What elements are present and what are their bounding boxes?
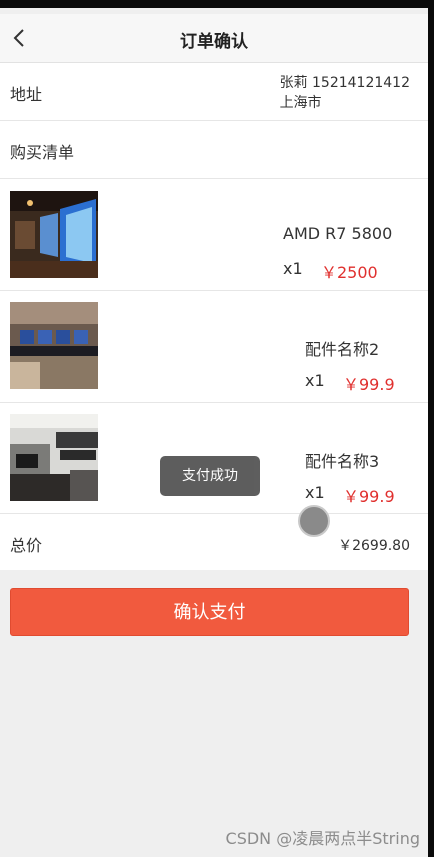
product-image [10, 414, 98, 501]
total-label: 总价 [10, 536, 43, 555]
watermark-text: CSDN @凌晨两点半String [225, 829, 420, 848]
total-value: ￥2699.80 [338, 538, 410, 554]
address-contact: 张莉 15214121412 [279, 75, 410, 91]
page-header: 订单确认 [0, 14, 428, 63]
product-name: 配件名称2 [305, 340, 380, 359]
product-name: AMD R7 5800 [283, 224, 393, 243]
total-row: 总价 ￥2699.80 [0, 514, 428, 570]
product-image [10, 302, 98, 389]
product-qty: x1 [305, 483, 325, 502]
product-price: ￥99.9 [343, 487, 395, 506]
success-toast: 支付成功 [160, 456, 260, 496]
product-price: ￥2500 [321, 263, 378, 282]
shopping-list-row: 购买清单 [0, 121, 428, 179]
product-image [10, 191, 98, 278]
list-item[interactable]: AMD R7 5800 x1 ￥2500 [0, 179, 428, 291]
address-city: 上海市 [279, 95, 322, 111]
page-title: 订单确认 [180, 32, 248, 52]
confirm-pay-button[interactable]: 确认支付 [10, 588, 409, 636]
address-label: 地址 [10, 85, 43, 104]
list-item[interactable]: 配件名称2 x1 ￥99.9 [0, 291, 428, 403]
product-qty: x1 [305, 371, 325, 390]
product-price: ￥99.9 [343, 375, 395, 394]
address-text: 张莉 15214121412 上海市 [280, 73, 410, 113]
window-top-border [0, 0, 434, 8]
touch-cursor-icon [298, 505, 330, 537]
window-right-border [428, 0, 434, 857]
product-qty: x1 [283, 259, 303, 278]
address-row[interactable]: 地址 张莉 15214121412 上海市 [0, 63, 428, 121]
product-name: 配件名称3 [305, 452, 380, 471]
shopping-list-label: 购买清单 [10, 143, 75, 162]
